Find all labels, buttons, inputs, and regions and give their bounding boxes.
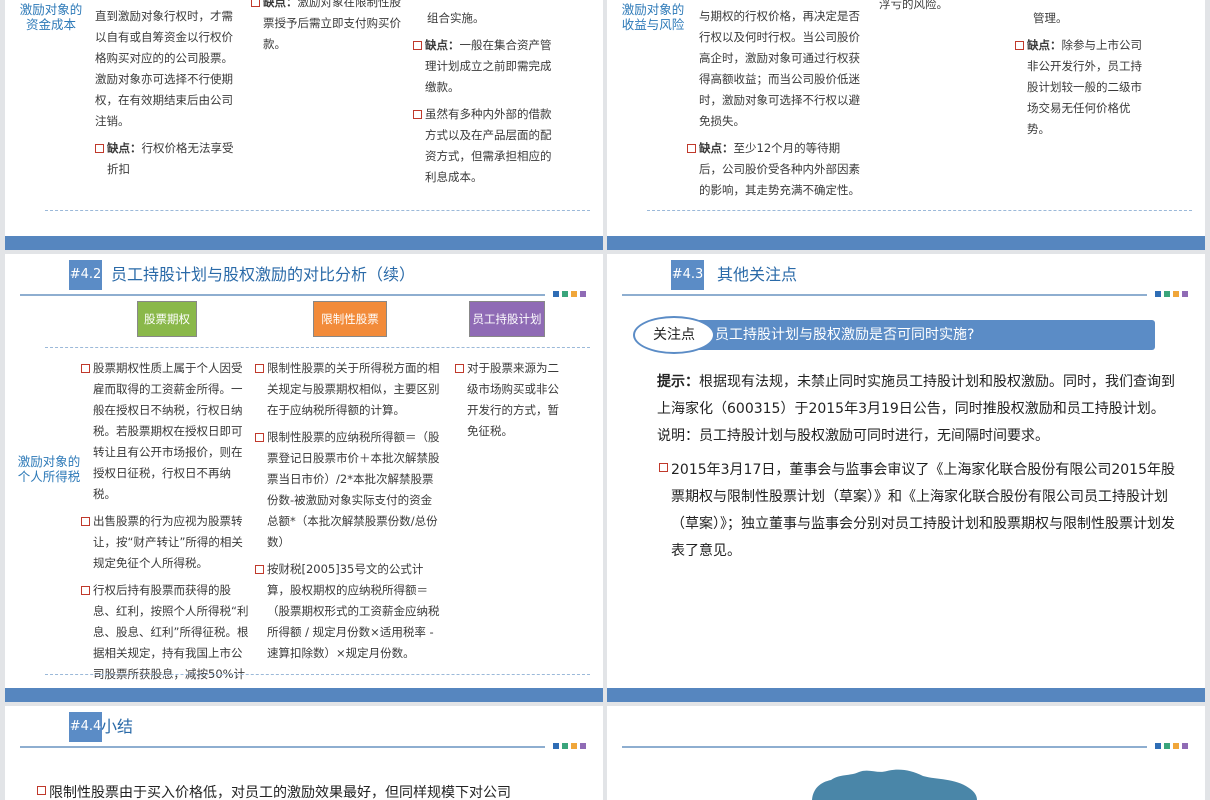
paragraph: 浮亏的风险。 <box>879 0 948 11</box>
bullet-item: 限制性股票的关于所得税方面的相关规定与股票期权相似，主要区别在于应纳税所得额的计… <box>255 358 441 421</box>
col-restricted-stock-text: 浮亏的风险。 <box>879 0 999 21</box>
col-esop-tax: 对于股票来源为二级市场购买或非公开发行的方式，暂免征税。 <box>455 358 565 448</box>
slide-middle-left[interactable]: #4.2 员工持股计划与股权激励的对比分析（续） 股票期权 限制性股票 员工持股… <box>5 254 603 702</box>
col-restricted-stock-text: 缺点：激励对象在限制性股票授予后需立即支付购买价款。 <box>251 0 401 61</box>
slide-footer-bar <box>607 688 1205 702</box>
bullet-item: 对于股票来源为二级市场购买或非公开发行的方式，暂免征税。 <box>455 358 565 442</box>
dashed-divider <box>45 674 590 675</box>
slide-top-right[interactable]: 激励对象的 收益与风险 与期权的行权价格，再决定是否行权以及何时行权。当公司股价… <box>607 0 1205 250</box>
slide-bottom-left[interactable]: #4.4 小结 限制性股票由于买入价格低，对员工的激励效果最好，但同样规模下对公… <box>5 706 603 800</box>
side-label-capital-cost: 激励对象的 资金成本 <box>19 2 83 32</box>
col-esop-text: 管理。 缺点：除参与上市公司非公开发行外，员工持股计划较一般的二级市场交易无任何… <box>1015 8 1153 146</box>
bullet-item: 行权后持有股票而获得的股息、红利，按照个人所得税“利息、股息、红利”所得征税。根… <box>81 580 253 702</box>
bullet-item: 虽然有多种内外部的借款方式以及在产品层面的配资方式，但需承担相应的利息成本。 <box>413 104 553 188</box>
bullet-item: 限制性股票的应纳税所得额＝（股票登记日股票市价＋本批次解禁股票当日市价）/2*本… <box>255 427 441 553</box>
slide-footer-bar <box>607 236 1205 250</box>
col-restricted-stock-tax: 限制性股票的关于所得税方面的相关规定与股票期权相似，主要区别在于应纳税所得额的计… <box>255 358 441 670</box>
paragraph: 与期权的行权价格，再决定是否行权以及何时行权。当公司股价高企时，激励对象可通过行… <box>699 9 860 128</box>
side-label-income-tax: 激励对象的 个人所得税 <box>17 454 81 484</box>
column-box-restricted-stock: 限制性股票 <box>313 301 387 337</box>
map-illustration <box>812 769 977 800</box>
section-number: #4.2 <box>69 260 102 290</box>
hint-text: 根据现有法规，未禁止同时实施员工持股计划和股权激励。同时，我们查询到上海家化（6… <box>657 374 1175 444</box>
header-rule <box>20 294 545 296</box>
header-rule <box>20 746 545 748</box>
bullet-item: 缺点：行权价格无法享受折扣 <box>95 138 243 180</box>
column-box-esop: 员工持股计划 <box>469 301 545 337</box>
section-title: 小结 <box>101 717 134 736</box>
col-stock-option-text: 与期权的行权价格，再决定是否行权以及何时行权。当公司股价高企时，激励对象可通过行… <box>687 6 863 207</box>
header-dots <box>553 291 586 297</box>
paragraph: 管理。 <box>1033 11 1068 25</box>
dashed-divider <box>45 210 590 211</box>
header-dots <box>553 743 586 749</box>
side-label-return-risk: 激励对象的 收益与风险 <box>621 2 685 32</box>
col-stock-option-tax: 股票期权性质上属于个人因受雇而取得的工资薪金所得。一般在授权日不纳税，行权日纳税… <box>81 358 253 702</box>
header-dots <box>1155 291 1188 297</box>
dashed-divider <box>647 210 1192 211</box>
dashed-divider <box>45 347 590 348</box>
section-number: #4.3 <box>671 260 704 290</box>
slide-top-left[interactable]: 激励对象的 资金成本 直到激励对象行权时，才需以自有或自筹资金以行权价格购买对应… <box>5 0 603 250</box>
bullet-item: 按财税[2005]35号文的公式计算，股权期权的应纳税所得额＝（股票期权形式的工… <box>255 559 441 664</box>
bullet-item: 缺点：激励对象在限制性股票授予后需立即支付购买价款。 <box>251 0 401 55</box>
section-title: 其他关注点 <box>717 265 798 284</box>
slide-bottom-right[interactable] <box>607 706 1205 800</box>
col-esop-text: 组合实施。 缺点：一般在集合资产管理计划成立之前即需完成缴款。 虽然有多种内外部… <box>413 8 553 194</box>
bullet-item: 股票期权性质上属于个人因受雇而取得的工资薪金所得。一般在授权日不纳税，行权日纳税… <box>81 358 253 505</box>
hint-label: 提示： <box>657 374 699 390</box>
section-title: 员工持股计划与股权激励的对比分析（续） <box>111 265 416 284</box>
bullet-item: 出售股票的行为应视为股票转让，按“财产转让”所得的相关规定免征个人所得税。 <box>81 511 253 574</box>
hint-paragraph: 提示：根据现有法规，未禁止同时实施员工持股计划和股权激励。同时，我们查询到上海家… <box>657 369 1177 450</box>
paragraph: 直到激励对象行权时，才需以自有或自筹资金以行权价格购买对应的的公司股票。激励对象… <box>95 9 233 128</box>
col-stock-option-text: 直到激励对象行权时，才需以自有或自筹资金以行权价格购买对应的的公司股票。激励对象… <box>95 6 243 186</box>
bullet-item: 2015年3月17日，董事会与监事会审议了《上海家化联合股份有限公司2015年股… <box>659 457 1177 565</box>
column-box-stock-option: 股票期权 <box>137 301 197 337</box>
question-banner: 员工持股计划与股权激励是否可同时实施? <box>675 320 1155 350</box>
question-text: 员工持股计划与股权激励是否可同时实施? <box>715 327 975 343</box>
bullet-item: 缺点：至少12个月的等待期后，公司股价受各种内外部因素的影响，其走势充满不确定性… <box>687 138 863 201</box>
bullet-item: 缺点：一般在集合资产管理计划成立之前即需完成缴款。 <box>413 35 553 98</box>
header-rule <box>622 294 1147 296</box>
focus-point-oval: 关注点 <box>633 316 715 354</box>
bullet-item: 限制性股票由于买入价格低，对员工的激励效果最好，但同样规模下对公司 <box>37 780 597 800</box>
paragraph: 组合实施。 <box>427 11 485 25</box>
section-number: #4.4 <box>69 712 102 742</box>
slide-footer-bar <box>5 236 603 250</box>
slide-middle-right[interactable]: #4.3 其他关注点 员工持股计划与股权激励是否可同时实施? 关注点 提示：根据… <box>607 254 1205 702</box>
bullet-item: 缺点：除参与上市公司非公开发行外，员工持股计划较一般的二级市场交易无任何价格优势… <box>1015 35 1153 140</box>
slide-footer-bar <box>5 688 603 702</box>
